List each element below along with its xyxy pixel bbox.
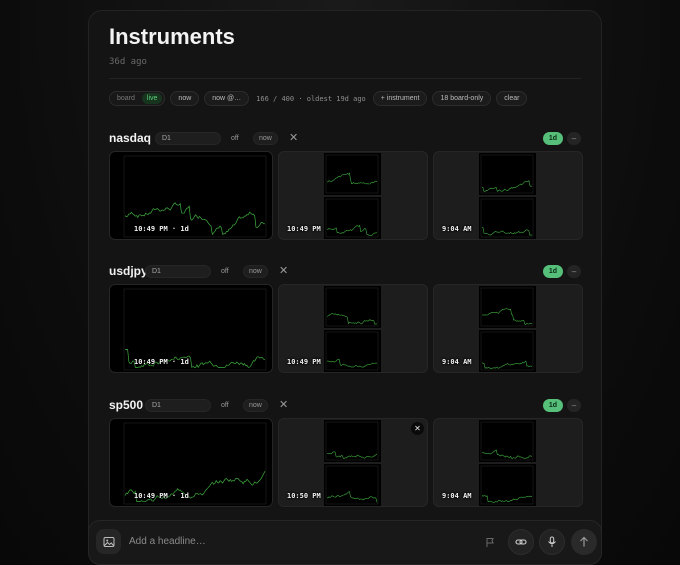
- now-at-button[interactable]: now @…: [204, 91, 250, 106]
- price-chart: [479, 330, 536, 372]
- price-chart: [324, 197, 381, 239]
- price-chart: [479, 464, 536, 506]
- instrument-section: usdjpy D1 off now ✕ 1d – 10:49 PM · 1d 1…: [109, 264, 583, 374]
- price-chart: [479, 153, 536, 195]
- price-chart: [324, 153, 381, 195]
- remove-instrument-button[interactable]: ✕: [279, 264, 288, 278]
- mode-live-button[interactable]: live: [141, 93, 163, 104]
- snapshot-time: 10:49 PM: [287, 225, 321, 233]
- snapshot-card[interactable]: 10:49 PM · 1d: [109, 151, 273, 240]
- price-chart: [324, 420, 381, 462]
- range-badge[interactable]: 1d: [542, 399, 563, 412]
- snapshot-time: 9:04 AM: [442, 225, 472, 233]
- instrument-name: sp500: [109, 398, 144, 412]
- section-header: nasdaq D1 off now ✕ 1d –: [109, 131, 583, 147]
- snapshot-card[interactable]: 10:49 PM · 1d: [109, 284, 273, 373]
- snapshot-time: 10:49 PM · 1d: [134, 358, 189, 366]
- snapshot-time: 10:49 PM · 1d: [134, 225, 189, 233]
- snapshot-card[interactable]: 10:49 PM: [278, 151, 428, 240]
- price-chart: [324, 464, 381, 506]
- snapshot-time: 9:04 AM: [442, 492, 472, 500]
- snapshot-card[interactable]: 9:04 AM: [433, 284, 583, 373]
- snapshot-card[interactable]: 10:49 PM: [278, 284, 428, 373]
- now-button[interactable]: now: [170, 91, 200, 106]
- add-instrument-button[interactable]: + instrument: [372, 91, 428, 106]
- snapshot-time: 10:49 PM · 1d: [134, 492, 189, 500]
- snapshot-card[interactable]: 10:49 PM · 1d: [109, 418, 273, 507]
- mode-board-button[interactable]: board: [112, 93, 140, 104]
- collapse-button[interactable]: –: [567, 265, 581, 278]
- off-button[interactable]: off: [216, 399, 234, 412]
- instrument-name: nasdaq: [109, 131, 152, 145]
- board-only-button[interactable]: 18 board-only: [432, 91, 492, 106]
- instrument-section: sp500 D1 off now ✕ 1d – 10:49 PM · 1d 10…: [109, 398, 583, 508]
- headline-input[interactable]: [129, 533, 329, 549]
- timeframe-input[interactable]: D1: [145, 399, 211, 412]
- last-updated: 36d ago: [109, 57, 147, 67]
- clear-button[interactable]: clear: [496, 91, 528, 106]
- remove-instrument-button[interactable]: ✕: [289, 131, 298, 145]
- now-button[interactable]: now: [243, 399, 268, 412]
- snapshot-card[interactable]: 9:04 AM: [433, 151, 583, 240]
- price-chart: [479, 197, 536, 239]
- snapshot-time: 9:04 AM: [442, 358, 472, 366]
- page-title: Instruments: [109, 24, 235, 49]
- timeframe-input[interactable]: D1: [145, 265, 211, 278]
- off-button[interactable]: off: [216, 265, 234, 278]
- image-icon[interactable]: [96, 529, 121, 554]
- close-icon[interactable]: ✕: [411, 422, 424, 435]
- instrument-section: nasdaq D1 off now ✕ 1d – 10:49 PM · 1d 1…: [109, 131, 583, 241]
- remove-instrument-button[interactable]: ✕: [279, 398, 288, 412]
- snapshot-row: 10:49 PM · 1d 10:49 PM 9:04 AM: [109, 284, 583, 373]
- snapshot-time: 10:50 PM: [287, 492, 321, 500]
- price-chart: [324, 286, 381, 328]
- range-badge[interactable]: 1d: [542, 265, 563, 278]
- section-header: sp500 D1 off now ✕ 1d –: [109, 398, 583, 414]
- mic-icon[interactable]: [539, 529, 565, 555]
- range-badge[interactable]: 1d: [542, 132, 563, 145]
- snapshot-row: 10:49 PM · 1d 10:49 PM 9:04 AM: [109, 151, 583, 240]
- timeframe-input[interactable]: D1: [155, 132, 221, 145]
- divider: [109, 78, 581, 79]
- section-header: usdjpy D1 off now ✕ 1d –: [109, 264, 583, 280]
- flag-icon[interactable]: [481, 533, 499, 551]
- snapshot-time: 10:49 PM: [287, 358, 321, 366]
- snapshot-card[interactable]: 9:04 AM: [433, 418, 583, 507]
- snapshot-card[interactable]: 10:50 PM ✕: [278, 418, 428, 507]
- off-button[interactable]: off: [226, 132, 244, 145]
- instruments-panel: Instruments 36d ago board live now now @…: [88, 10, 602, 565]
- toolbar: board live now now @… 166 / 400 · oldest…: [109, 91, 528, 106]
- mode-toggle: board live: [109, 91, 166, 106]
- headline-composer: [88, 520, 602, 565]
- snapshot-row: 10:49 PM · 1d 10:50 PM ✕ 9:04 AM: [109, 418, 583, 507]
- collapse-button[interactable]: –: [567, 132, 581, 145]
- instrument-name: usdjpy: [109, 264, 148, 278]
- arrow-up-icon[interactable]: [571, 529, 597, 555]
- collapse-button[interactable]: –: [567, 399, 581, 412]
- price-chart: [479, 286, 536, 328]
- link-icon[interactable]: [508, 529, 534, 555]
- price-chart: [479, 420, 536, 462]
- price-chart: [324, 330, 381, 372]
- capacity-status: 166 / 400 · oldest 19d ago: [256, 94, 366, 103]
- now-button[interactable]: now: [253, 132, 278, 145]
- now-button[interactable]: now: [243, 265, 268, 278]
